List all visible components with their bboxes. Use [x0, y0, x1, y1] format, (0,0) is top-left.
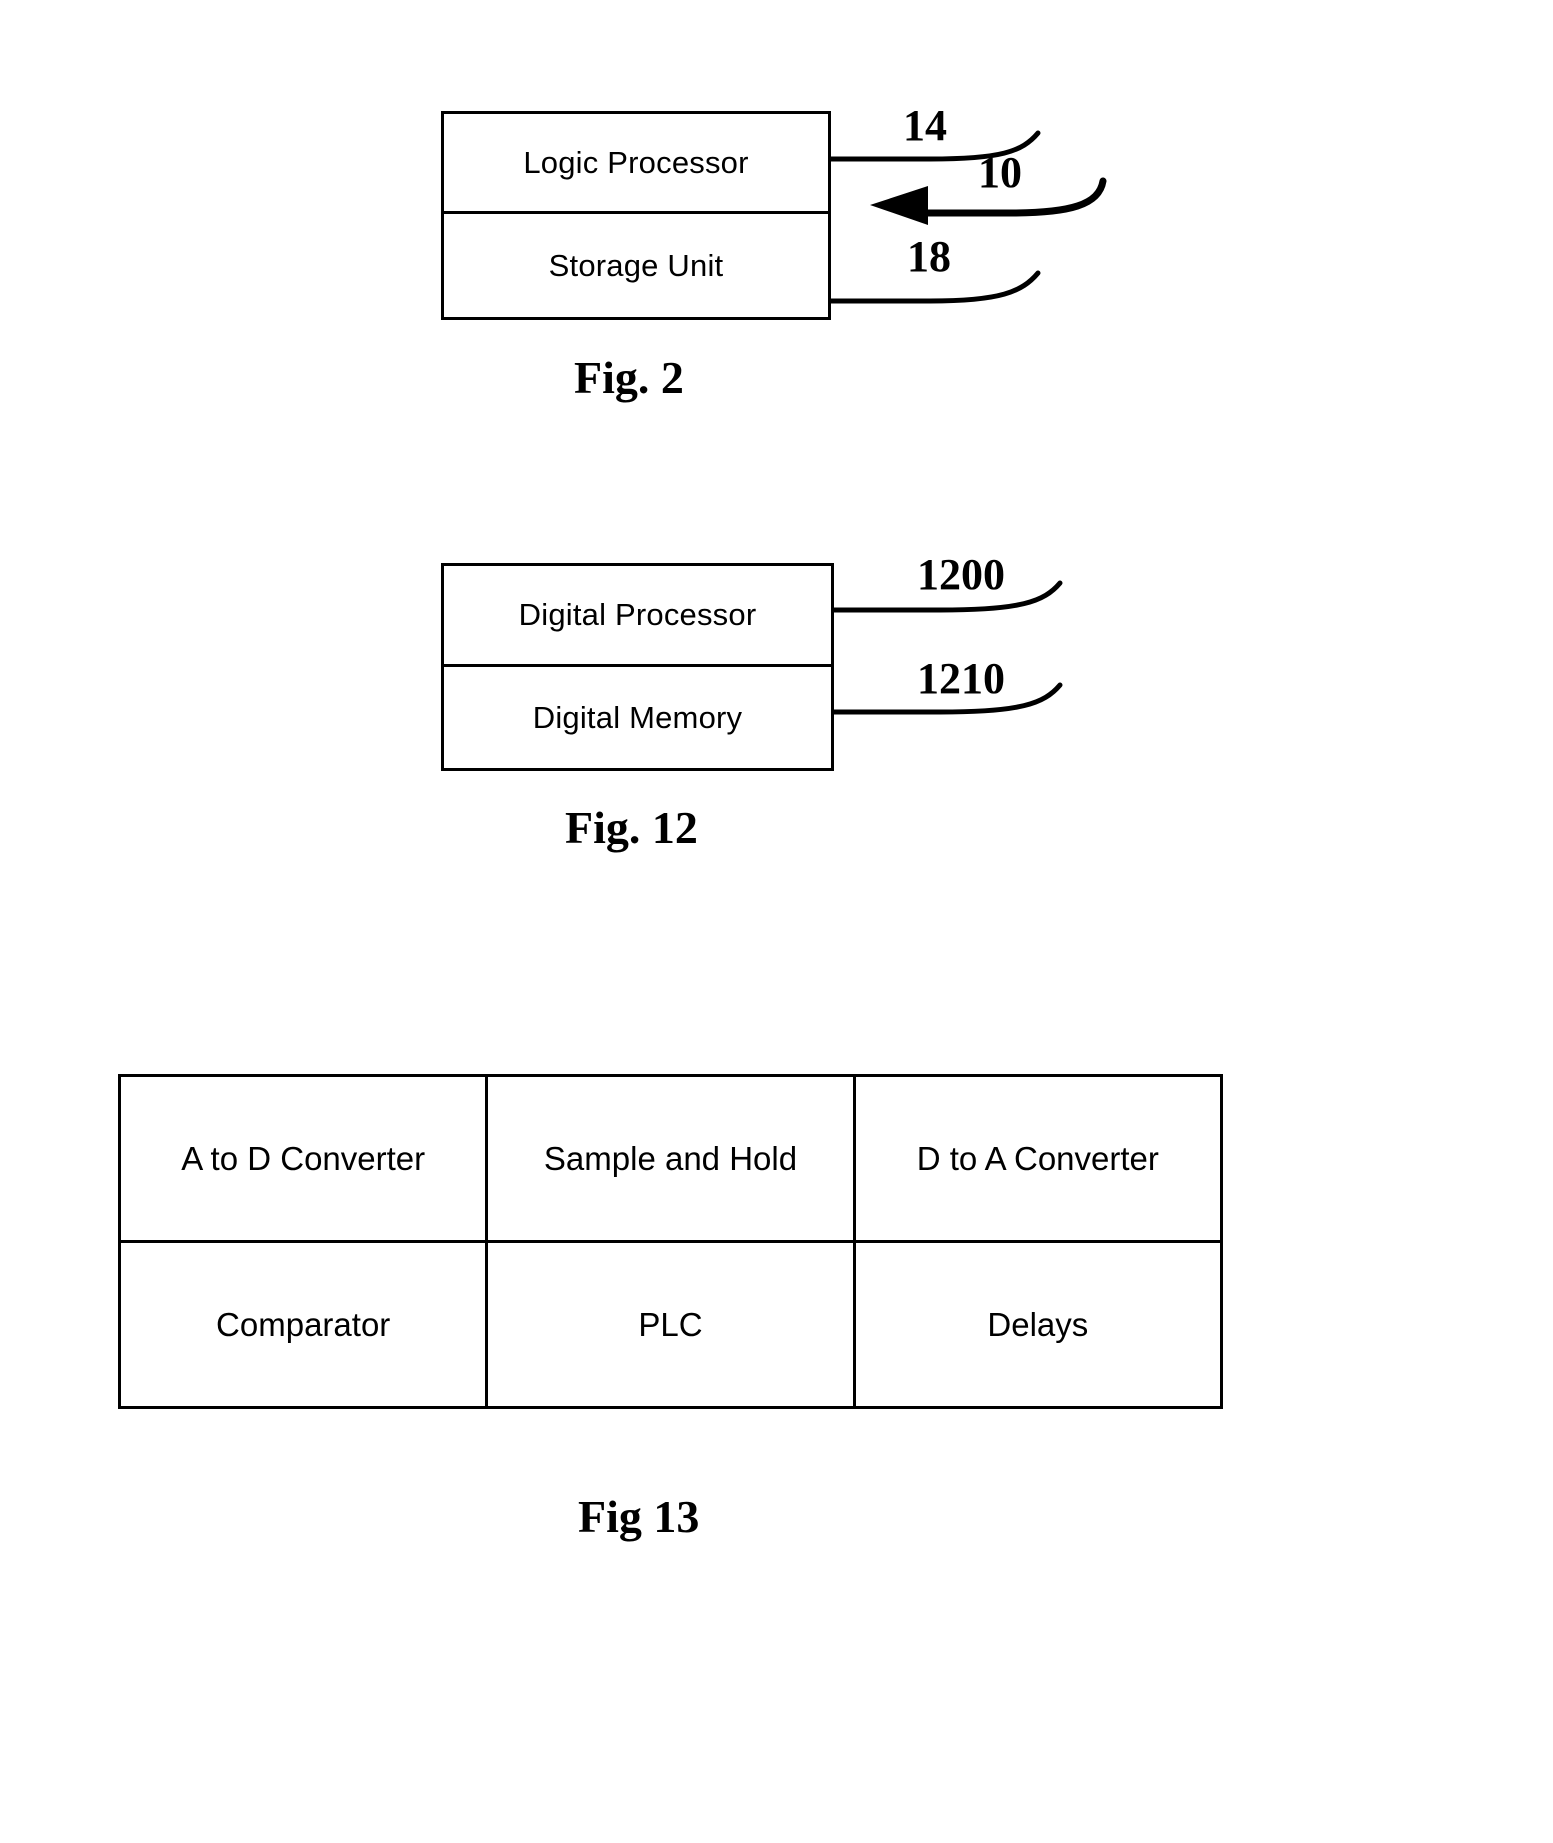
fig-2-reference-numeral-18: 18 — [907, 232, 951, 281]
table-row: A to D Converter Sample and Hold D to A … — [117, 1074, 1224, 1243]
fig-13-cell-a-to-d-converter: A to D Converter — [117, 1074, 489, 1243]
fig-12-reference-numeral-1210: 1210 — [917, 654, 1005, 703]
fig-2-block-storage-unit-label: Storage Unit — [548, 247, 724, 283]
fig-13-caption: Fig 13 — [578, 1491, 700, 1542]
patent-drawing-sheet: Logic Processor Storage Unit 14 10 18 Fi… — [0, 0, 1553, 1843]
fig-12-caption: Fig. 12 — [565, 802, 698, 853]
fig-2-reference-numeral-10: 10 — [978, 148, 1022, 197]
fig-13-cell-comparator: Comparator — [117, 1240, 489, 1409]
fig-12-block-digital-processor: Digital Processor — [444, 566, 831, 667]
fig-2-caption: Fig. 2 — [574, 352, 684, 403]
fig-12-block-digital-memory: Digital Memory — [444, 667, 831, 768]
fig-2-block-diagram: Logic Processor Storage Unit — [441, 111, 831, 320]
fig-2-block-storage-unit: Storage Unit — [444, 214, 828, 317]
fig-2-block-logic-processor-label: Logic Processor — [523, 144, 749, 180]
fig-13-cell-sample-and-hold: Sample and Hold — [485, 1074, 856, 1243]
fig-2-block-logic-processor: Logic Processor — [444, 114, 828, 214]
fig-12-block-digital-processor-label: Digital Processor — [518, 597, 757, 632]
fig-12-block-diagram: Digital Processor Digital Memory — [441, 563, 834, 771]
fig-13-cell-plc: PLC — [485, 1240, 856, 1409]
leader-arrowhead-10 — [870, 186, 928, 225]
fig-13-cell-d-to-a-converter: D to A Converter — [852, 1074, 1224, 1243]
table-row: Comparator PLC Delays — [117, 1240, 1224, 1409]
fig-13-table: A to D Converter Sample and Hold D to A … — [117, 1074, 1224, 1409]
fig-12-block-digital-memory-label: Digital Memory — [532, 699, 743, 735]
fig-12-reference-numeral-1200: 1200 — [917, 550, 1005, 599]
fig-2-reference-numeral-14: 14 — [903, 101, 947, 150]
fig-13-cell-delays: Delays — [852, 1240, 1224, 1409]
